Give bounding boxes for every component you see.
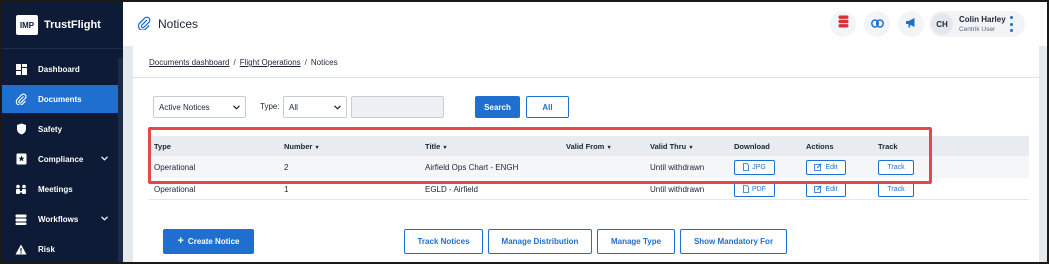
edit-icon — [814, 184, 823, 195]
sidebar-item-risk[interactable]: Risk — [2, 235, 118, 262]
sidebar-item-label: Meetings — [38, 184, 73, 194]
status-select[interactable]: Active Notices — [153, 96, 246, 118]
sidebar-item-label: Dashboard — [38, 64, 80, 74]
chevron-down-icon — [334, 103, 341, 112]
brand-name: TrustFlight — [44, 19, 101, 31]
link-button[interactable] — [864, 11, 890, 37]
dashboard-icon — [14, 62, 28, 76]
brand-logo: IMP — [16, 15, 38, 35]
all-button[interactable]: All — [526, 96, 569, 118]
sidebar-item-label: Compliance — [38, 154, 84, 164]
topbar: Notices CH Colin Harley Centrik User — [123, 2, 1047, 46]
cell-title: EGLD - Airfield — [425, 185, 478, 194]
paperclip-icon — [14, 92, 28, 106]
announcements-button[interactable] — [898, 11, 924, 37]
highlight-box — [148, 127, 932, 184]
cell-type: Operational — [154, 185, 196, 194]
track-notices-button[interactable]: Track Notices — [404, 229, 483, 254]
breadcrumb-link[interactable]: Flight Operations — [240, 58, 301, 67]
manage-type-button[interactable]: Manage Type — [597, 229, 675, 254]
brand[interactable]: IMP TrustFlight — [16, 14, 101, 36]
sidebar-item-label: Risk — [38, 244, 55, 254]
breadcrumb-separator: / — [233, 58, 236, 67]
sidebar-item-safety[interactable]: Safety — [2, 115, 118, 143]
megaphone-icon — [905, 15, 917, 33]
edit-button[interactable]: Edit — [806, 182, 846, 197]
page-title: Notices — [158, 17, 199, 31]
people-icon — [14, 182, 28, 196]
sidebar-item-label: Workflows — [38, 214, 79, 224]
kebab-menu-icon[interactable] — [1009, 16, 1013, 32]
app-window: IMP TrustFlight Dashboard Documents Safe… — [0, 0, 1049, 264]
paperclip-icon — [137, 16, 151, 35]
sidebar-item-dashboard[interactable]: Dashboard — [2, 55, 118, 83]
chevron-down-icon — [101, 214, 108, 223]
status-select-value: Active Notices — [159, 102, 210, 112]
chevron-down-icon — [101, 154, 108, 163]
track-button[interactable]: Track — [878, 182, 914, 197]
cell-number: 1 — [284, 185, 289, 194]
breadcrumb-current: Notices — [310, 58, 338, 67]
search-input[interactable] — [351, 96, 444, 118]
sidebar-item-label: Documents — [38, 94, 82, 104]
sidebar-item-documents[interactable]: Documents — [2, 85, 118, 113]
sidebar-item-meetings[interactable]: Meetings — [2, 175, 118, 203]
breadcrumb-separator: / — [304, 58, 307, 67]
breadcrumb-link[interactable]: Documents dashboard — [149, 58, 230, 67]
user-role: Centrik User — [959, 26, 996, 33]
show-mandatory-for-button[interactable]: Show Mandatory For — [680, 229, 787, 254]
manage-distribution-button[interactable]: Manage Distribution — [488, 229, 592, 254]
database-button[interactable] — [830, 11, 856, 37]
sidebar: IMP TrustFlight Dashboard Documents Safe… — [2, 2, 123, 262]
warning-icon — [14, 242, 28, 256]
star-badge-icon — [14, 152, 28, 166]
type-select[interactable]: All — [283, 96, 347, 118]
type-select-value: All — [289, 102, 298, 112]
breadcrumb: Documents dashboard / Flight Operations / No… — [149, 58, 338, 67]
search-button[interactable]: Search — [475, 96, 520, 118]
divider — [2, 48, 123, 49]
stack-icon — [14, 212, 28, 226]
user-name: Colin Harley — [959, 15, 1006, 24]
create-notice-button[interactable]: + Create Notice — [163, 229, 254, 254]
sidebar-item-compliance[interactable]: Compliance — [2, 145, 118, 173]
link-icon — [870, 15, 884, 33]
type-label: Type: — [260, 102, 280, 111]
cell-valid-thru: Until withdrawn — [650, 185, 705, 194]
database-icon — [838, 15, 849, 33]
sidebar-item-label: Safety — [38, 124, 63, 134]
avatar[interactable]: CH — [931, 13, 953, 35]
divider — [133, 77, 1039, 78]
file-icon — [743, 184, 749, 195]
plus-icon: + — [177, 235, 184, 247]
shield-icon — [14, 122, 28, 136]
chevron-down-icon — [233, 103, 240, 112]
sidebar-item-workflows[interactable]: Workflows — [2, 205, 118, 233]
download-button[interactable]: PDF — [734, 182, 775, 197]
